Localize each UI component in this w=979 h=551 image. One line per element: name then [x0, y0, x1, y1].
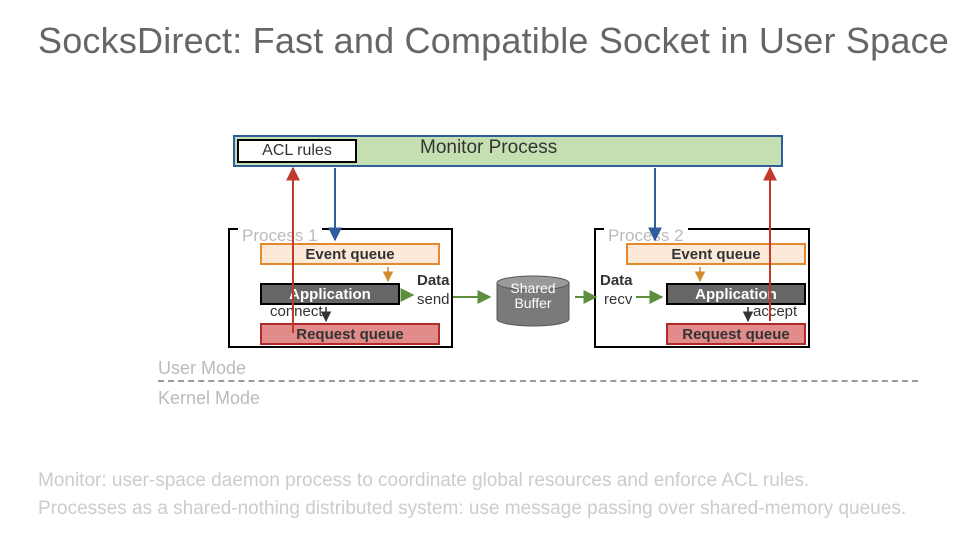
slide-title: SocksDirect: Fast and Compatible Socket …: [0, 0, 979, 62]
kernel-mode-label: Kernel Mode: [158, 388, 260, 409]
footer-line-1: Monitor: user-space daemon process to co…: [38, 467, 906, 495]
acl-rules-box: ACL rules: [237, 139, 357, 163]
shared-buffer-line1: Shared: [510, 280, 555, 296]
shared-buffer: Shared Buffer: [495, 275, 571, 323]
data-label-left: Data: [417, 272, 450, 289]
process-1-application: Application: [260, 283, 400, 305]
mode-divider: [158, 380, 918, 382]
data-label-right: Data: [600, 272, 633, 289]
process-2-event-queue: Event queue: [626, 243, 806, 265]
slide: SocksDirect: Fast and Compatible Socket …: [0, 0, 979, 551]
footer-line-2: Processes as a shared-nothing distribute…: [38, 495, 906, 523]
process-2-request-queue: Request queue: [666, 323, 806, 345]
shared-buffer-line2: Buffer: [514, 295, 551, 311]
user-mode-label: User Mode: [158, 358, 246, 379]
process-1-event-queue: Event queue: [260, 243, 440, 265]
footer-text: Monitor: user-space daemon process to co…: [38, 467, 906, 523]
send-label: send: [417, 291, 450, 308]
connect-label: connect: [270, 303, 323, 320]
recv-label: recv: [604, 291, 632, 308]
accept-label: accept: [753, 303, 797, 320]
process-2-application: Application: [666, 283, 806, 305]
process-1-request-queue: Request queue: [260, 323, 440, 345]
monitor-process-label: Monitor Process: [420, 137, 557, 159]
